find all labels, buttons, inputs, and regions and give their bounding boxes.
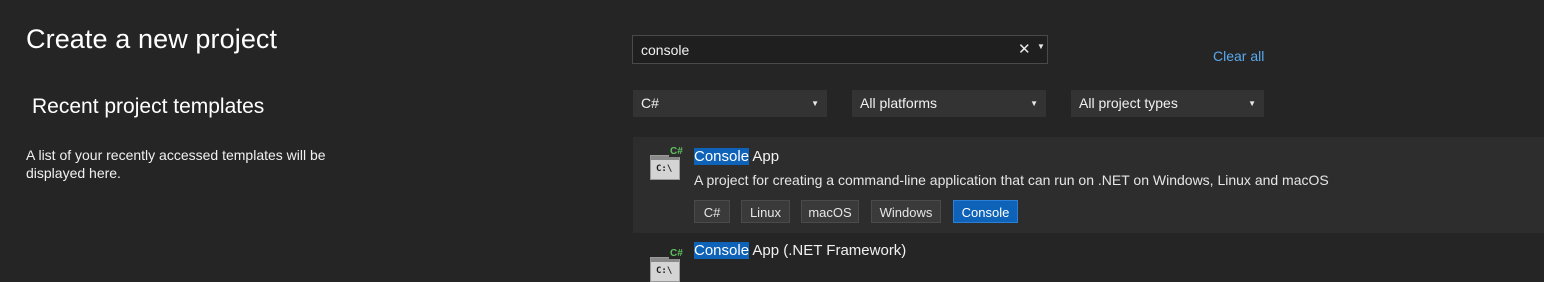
search-match-highlight: Console — [694, 242, 750, 259]
csharp-badge-icon: C# — [669, 146, 684, 157]
chevron-down-icon: ▼ — [1248, 99, 1256, 108]
template-title: Console App (.NET Framework) — [694, 242, 906, 259]
search-match-highlight: Console — [694, 148, 750, 165]
search-input-value[interactable]: console — [641, 42, 689, 58]
tag-console: Console — [953, 200, 1018, 223]
recent-templates-heading: Recent project templates — [32, 95, 265, 118]
template-list-item[interactable]: C:\ C# Console App (.NET Framework) — [633, 239, 1544, 282]
recent-templates-empty-message: A list of your recently accessed templat… — [26, 147, 326, 181]
template-title: Console App — [694, 148, 779, 165]
tag-csharp: C# — [694, 200, 730, 223]
clear-search-icon[interactable]: ✕ — [1018, 40, 1031, 58]
tag-linux: Linux — [741, 200, 790, 223]
platform-filter-value: All platforms — [860, 95, 938, 111]
tag-windows: Windows — [871, 200, 941, 223]
chevron-down-icon: ▼ — [1030, 99, 1038, 108]
chevron-down-icon: ▼ — [811, 99, 819, 108]
page-title: Create a new project — [26, 24, 278, 54]
clear-all-filters-link[interactable]: Clear all — [1213, 48, 1264, 64]
search-templates-input[interactable]: console ✕ ▼ — [632, 35, 1048, 64]
platform-filter-dropdown[interactable]: All platforms ▼ — [852, 90, 1046, 117]
template-description: A project for creating a command-line ap… — [694, 172, 1329, 188]
template-list-item[interactable]: C:\ C# Console App A project for creatin… — [633, 137, 1544, 233]
console-app-csharp-icon: C:\ C# — [650, 248, 684, 282]
language-filter-value: C# — [641, 95, 659, 111]
project-type-filter-value: All project types — [1079, 95, 1178, 111]
template-title-rest: App (.NET Framework) — [749, 242, 907, 259]
search-history-dropdown-icon[interactable]: ▼ — [1037, 42, 1045, 51]
project-type-filter-dropdown[interactable]: All project types ▼ — [1071, 90, 1264, 117]
console-prompt-glyph: C:\ — [656, 266, 673, 276]
tag-macos: macOS — [801, 200, 859, 223]
language-filter-dropdown[interactable]: C# ▼ — [633, 90, 827, 117]
console-prompt-glyph: C:\ — [656, 164, 673, 174]
console-app-csharp-icon: C:\ C# — [650, 146, 684, 180]
template-title-rest: App — [749, 148, 780, 165]
console-window-icon: C:\ — [650, 257, 680, 282]
console-window-icon: C:\ — [650, 155, 680, 180]
